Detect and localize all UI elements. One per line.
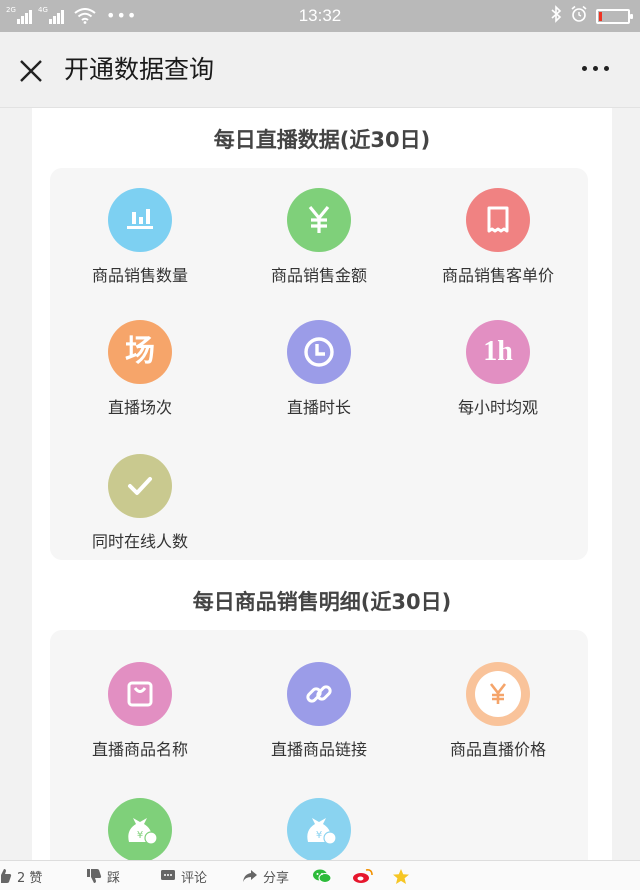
wechat-share-button[interactable]: [312, 861, 332, 890]
svg-text:¥: ¥: [137, 830, 143, 841]
section-title: 每日直播数据(近30日): [213, 128, 431, 152]
content-card: 每日直播数据(近30日) 商品销售数量 商品销售金额 商品销售客单价 场 直播场…: [32, 108, 612, 860]
yen-icon: [287, 188, 351, 252]
item-label: 直播场次: [107, 398, 172, 417]
svg-text:¥: ¥: [316, 830, 322, 841]
weibo-share-button[interactable]: [352, 861, 374, 890]
item-label: 直播时长: [286, 398, 351, 417]
item-avg-order-price[interactable]: 商品销售客单价: [408, 188, 588, 286]
item-label: 商品直播价格: [449, 740, 546, 759]
battery-icon: [596, 8, 633, 24]
favorite-button[interactable]: [392, 861, 410, 890]
yen-coin-icon: [466, 662, 530, 726]
section-title: 每日商品销售明细(近30日): [192, 590, 452, 614]
item-money-bag-1[interactable]: ¥: [50, 798, 230, 860]
shopping-bag-icon: [108, 662, 172, 726]
alarm-icon: [570, 5, 588, 27]
item-live-price[interactable]: 商品直播价格: [408, 662, 588, 760]
comment-label: 评论: [181, 870, 208, 886]
comment-icon: [161, 870, 175, 880]
item-product-link[interactable]: 直播商品链接: [229, 662, 409, 760]
title-bar: 开通数据查询: [0, 32, 640, 108]
money-bag-icon: ¥: [108, 798, 172, 860]
item-concurrent-online[interactable]: 同时在线人数: [50, 454, 230, 552]
share-label: 分享: [263, 870, 290, 886]
clock-icon: [287, 320, 351, 384]
item-hourly-avg-viewers[interactable]: 1h 每小时均观: [408, 320, 588, 418]
close-button[interactable]: [16, 56, 46, 86]
live-data-panel: 商品销售数量 商品销售金额 商品销售客单价 场 直播场次 直播时长 1h 每小时…: [50, 168, 588, 560]
comment-button[interactable]: 评论: [160, 861, 207, 890]
item-money-bag-2[interactable]: ¥: [229, 798, 409, 860]
item-label: 每小时均观: [457, 398, 538, 417]
product-sales-panel: 直播商品名称 直播商品链接 商品直播价格 ¥ ¥: [50, 630, 588, 860]
item-sales-amount[interactable]: 商品销售金额: [229, 188, 409, 286]
item-label: 直播商品名称: [91, 740, 188, 759]
more-options-button[interactable]: [582, 66, 614, 76]
content-area[interactable]: 每日直播数据(近30日) 商品销售数量 商品销售金额 商品销售客单价 场 直播场…: [0, 108, 640, 860]
bar-chart-icon: [108, 188, 172, 252]
bluetooth-icon: [550, 5, 562, 27]
item-label: 直播商品链接: [270, 740, 367, 759]
item-label: 商品销售数量: [91, 266, 188, 285]
like-button[interactable]: 2 赞: [0, 861, 42, 890]
status-right: [550, 0, 633, 32]
item-sales-quantity[interactable]: 商品销售数量: [50, 188, 230, 286]
close-icon: [20, 60, 42, 82]
clock-time: 13:32: [298, 6, 342, 25]
item-product-name[interactable]: 直播商品名称: [50, 662, 230, 760]
money-bag-icon: ¥: [287, 798, 351, 860]
thumbs-up-icon: [0, 869, 12, 883]
checkmark-icon: [108, 454, 172, 518]
like-count: 2 赞: [17, 870, 43, 886]
item-label: 商品销售金额: [270, 266, 367, 285]
share-arrow-icon: [243, 870, 257, 882]
wechat-icon: [313, 869, 332, 883]
item-label: 商品销售客单价: [441, 266, 554, 285]
page-title: 开通数据查询: [64, 55, 215, 84]
item-live-sessions[interactable]: 场 直播场次: [50, 320, 230, 418]
item-label: 同时在线人数: [91, 532, 188, 551]
dislike-button[interactable]: 踩: [86, 861, 120, 890]
dislike-label: 踩: [107, 870, 121, 886]
field-char-icon: 场: [108, 320, 172, 384]
share-button[interactable]: 分享: [242, 861, 289, 890]
star-icon: [393, 868, 409, 884]
item-live-duration[interactable]: 直播时长: [229, 320, 409, 418]
link-icon: [287, 662, 351, 726]
bottom-action-bar: 2 赞 踩 评论 分享: [0, 860, 640, 890]
one-hour-icon: 1h: [466, 320, 530, 384]
thumbs-down-icon: [87, 869, 102, 883]
status-bar: 2G 4G ••• 13:32: [0, 0, 640, 32]
receipt-icon: [466, 188, 530, 252]
weibo-icon: [353, 869, 373, 883]
